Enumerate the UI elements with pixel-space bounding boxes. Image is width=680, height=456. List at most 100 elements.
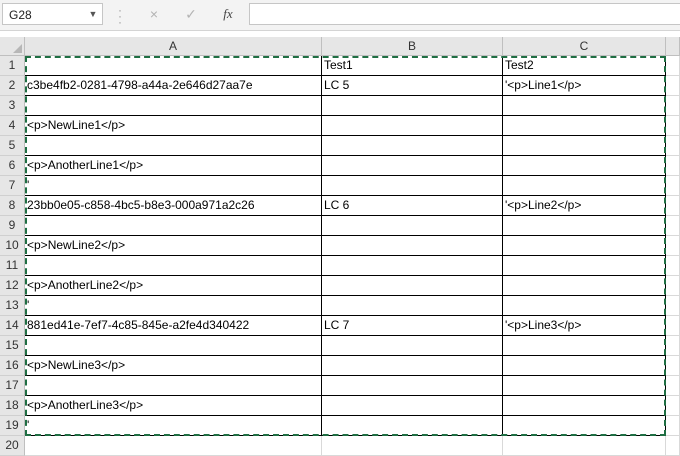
cell-a1[interactable] (25, 56, 322, 76)
cell-c6[interactable] (503, 156, 666, 176)
cell-c7[interactable] (503, 176, 666, 196)
formula-input[interactable] (249, 3, 680, 25)
row-header[interactable]: 12 (0, 276, 25, 296)
cell-b15[interactable] (322, 336, 503, 356)
cell-d6[interactable] (666, 156, 680, 176)
row-header[interactable]: 17 (0, 376, 25, 396)
cell-d17[interactable] (666, 376, 680, 396)
cell-c8[interactable]: '<p>Line2</p> (503, 196, 666, 216)
cell-c20[interactable] (503, 436, 666, 456)
column-header-a[interactable]: A (25, 37, 322, 56)
cell-c9[interactable] (503, 216, 666, 236)
cell-b14[interactable]: LC 7 (322, 316, 503, 336)
cancel-formula-button[interactable]: × (142, 4, 166, 24)
cell-a17[interactable] (25, 376, 322, 396)
cell-c17[interactable] (503, 376, 666, 396)
chevron-down-icon[interactable]: ▼ (88, 8, 98, 20)
cell-b5[interactable] (322, 136, 503, 156)
cell-c2[interactable]: '<p>Line1</p> (503, 76, 666, 96)
select-all-button[interactable] (0, 37, 25, 56)
cell-a3[interactable] (25, 96, 322, 116)
cell-d9[interactable] (666, 216, 680, 236)
cell-a18[interactable]: <p>AnotherLine3</p> (25, 396, 322, 416)
row-header[interactable]: 8 (0, 196, 25, 216)
cell-c16[interactable] (503, 356, 666, 376)
more-options-icon[interactable]: · · · (117, 4, 123, 28)
cell-c5[interactable] (503, 136, 666, 156)
cell-a16[interactable]: <p>NewLine3</p> (25, 356, 322, 376)
cell-c10[interactable] (503, 236, 666, 256)
row-header[interactable]: 2 (0, 76, 25, 96)
cell-c1[interactable]: Test2 (503, 56, 666, 76)
cell-b6[interactable] (322, 156, 503, 176)
insert-function-button[interactable]: fx (216, 4, 240, 24)
row-header[interactable]: 9 (0, 216, 25, 236)
cell-a20[interactable] (25, 436, 322, 456)
cell-d4[interactable] (666, 116, 680, 136)
cell-a15[interactable] (25, 336, 322, 356)
column-header-b[interactable]: B (322, 37, 503, 56)
cell-c14[interactable]: '<p>Line3</p> (503, 316, 666, 336)
cell-c11[interactable] (503, 256, 666, 276)
cell-b4[interactable] (322, 116, 503, 136)
column-header-d[interactable] (666, 37, 680, 56)
cell-b8[interactable]: LC 6 (322, 196, 503, 216)
cell-d12[interactable] (666, 276, 680, 296)
cell-d14[interactable] (666, 316, 680, 336)
row-header[interactable]: 20 (0, 436, 25, 456)
cell-d10[interactable] (666, 236, 680, 256)
cell-a19[interactable]: ' (25, 416, 322, 436)
row-header[interactable]: 16 (0, 356, 25, 376)
row-header[interactable]: 11 (0, 256, 25, 276)
row-header[interactable]: 5 (0, 136, 25, 156)
cell-a13[interactable]: ' (25, 296, 322, 316)
cell-b13[interactable] (322, 296, 503, 316)
cell-a11[interactable] (25, 256, 322, 276)
cell-c13[interactable] (503, 296, 666, 316)
cell-d11[interactable] (666, 256, 680, 276)
cell-c12[interactable] (503, 276, 666, 296)
row-header[interactable]: 13 (0, 296, 25, 316)
cell-a4[interactable]: <p>NewLine1</p> (25, 116, 322, 136)
cell-a2[interactable]: c3be4fb2-0281-4798-a44a-2e646d27aa7e (25, 76, 322, 96)
cell-d20[interactable] (666, 436, 680, 456)
cell-b7[interactable] (322, 176, 503, 196)
cell-b17[interactable] (322, 376, 503, 396)
cell-a14[interactable]: 881ed41e-7ef7-4c85-845e-a2fe4d340422 (25, 316, 322, 336)
cell-d8[interactable] (666, 196, 680, 216)
cell-d16[interactable] (666, 356, 680, 376)
cell-d1[interactable] (666, 56, 680, 76)
row-header[interactable]: 14 (0, 316, 25, 336)
cell-b19[interactable] (322, 416, 503, 436)
cell-a9[interactable] (25, 216, 322, 236)
row-header[interactable]: 3 (0, 96, 25, 116)
cell-c18[interactable] (503, 396, 666, 416)
cell-b1[interactable]: Test1 (322, 56, 503, 76)
enter-formula-button[interactable]: ✓ (179, 4, 203, 24)
cell-d3[interactable] (666, 96, 680, 116)
cell-d5[interactable] (666, 136, 680, 156)
cell-b3[interactable] (322, 96, 503, 116)
cell-d15[interactable] (666, 336, 680, 356)
cell-b10[interactable] (322, 236, 503, 256)
cell-b9[interactable] (322, 216, 503, 236)
cell-d7[interactable] (666, 176, 680, 196)
cell-c19[interactable] (503, 416, 666, 436)
row-header[interactable]: 6 (0, 156, 25, 176)
cell-d18[interactable] (666, 396, 680, 416)
cell-b12[interactable] (322, 276, 503, 296)
cell-b11[interactable] (322, 256, 503, 276)
cell-d13[interactable] (666, 296, 680, 316)
cell-a12[interactable]: <p>AnotherLine2</p> (25, 276, 322, 296)
row-header[interactable]: 18 (0, 396, 25, 416)
cell-c4[interactable] (503, 116, 666, 136)
cell-c15[interactable] (503, 336, 666, 356)
cell-d2[interactable] (666, 76, 680, 96)
cell-b16[interactable] (322, 356, 503, 376)
row-header[interactable]: 1 (0, 56, 25, 76)
cell-b20[interactable] (322, 436, 503, 456)
cell-a6[interactable]: <p>AnotherLine1</p> (25, 156, 322, 176)
name-box[interactable]: G28 ▼ (2, 3, 103, 25)
cell-d19[interactable] (666, 416, 680, 436)
row-header[interactable]: 4 (0, 116, 25, 136)
